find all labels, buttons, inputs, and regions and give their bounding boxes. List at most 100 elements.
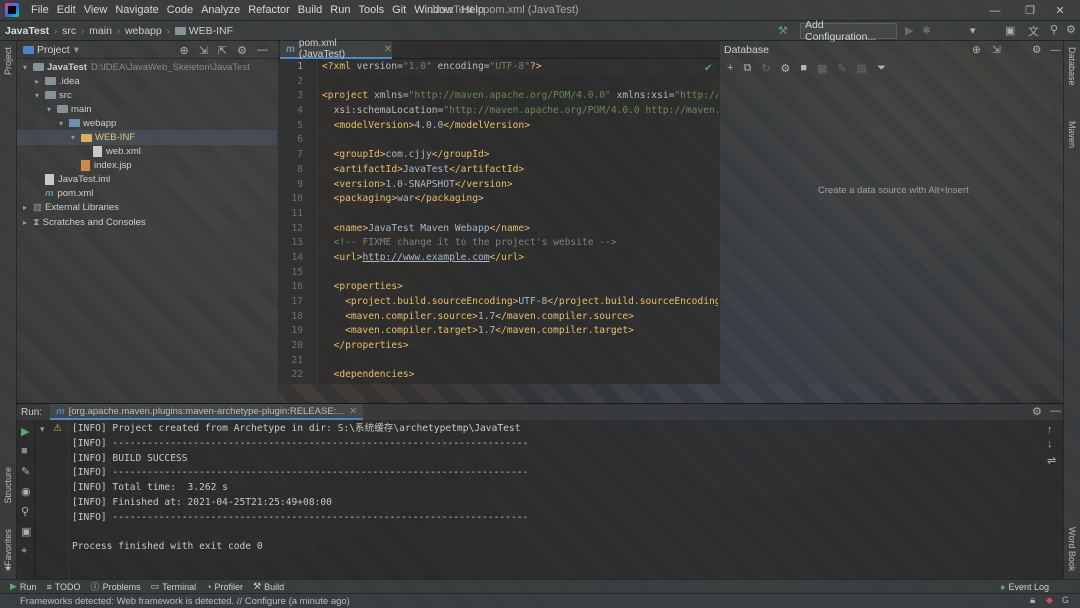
breadcrumb-main[interactable]: main [84, 25, 117, 37]
favorites-tool-button[interactable]: Favorites [3, 529, 13, 566]
tree-item[interactable]: ▸ ▥ External Libraries [17, 201, 277, 215]
tree-item[interactable]: ▾ webapp [17, 116, 277, 130]
stop-icon[interactable]: ▾ [970, 24, 976, 37]
plugin-icon[interactable]: ◆ [1046, 595, 1053, 606]
bottom-tab-problems[interactable]: ⓘ Problems [91, 580, 141, 593]
bottom-tab-profiler[interactable]: ◔ Profiler [206, 582, 243, 592]
menu-file[interactable]: File [27, 4, 53, 16]
menu-git[interactable]: Git [388, 4, 410, 16]
scroll-up-icon[interactable]: ↑ [1047, 424, 1053, 436]
tree-item[interactable]: JavaTest.iml [17, 173, 277, 187]
rerun-icon[interactable]: ▶ [21, 425, 29, 438]
gear-icon[interactable]: ⚙ [237, 44, 247, 57]
menu-tools[interactable]: Tools [354, 4, 388, 16]
breadcrumb-webapp[interactable]: webapp [120, 25, 167, 37]
settings-icon[interactable]: ⚙ [1066, 23, 1076, 36]
tree-item[interactable]: ▾ WEB-INF [17, 130, 277, 145]
debug-icon[interactable]: ✱ [922, 24, 931, 37]
add-icon[interactable]: + [727, 62, 733, 74]
table-icon[interactable]: ▦ [817, 62, 827, 75]
chevron-down-icon[interactable]: ▾ [71, 133, 81, 142]
edit-icon[interactable]: ✎ [837, 62, 846, 75]
hide-icon[interactable]: — [257, 44, 268, 57]
tree-item[interactable]: ▾ JavaTest D:\IDEA\JavaWeb_Skeleton\JavaTe… [17, 60, 277, 74]
chevron-down-icon[interactable]: ▾ [47, 105, 57, 114]
scroll-down-icon[interactable]: ↓ [1047, 438, 1053, 450]
breadcrumb-src[interactable]: src [57, 25, 81, 37]
minimize-icon[interactable]: — [975, 0, 1015, 21]
expand-all-icon[interactable]: ⇱ [218, 44, 227, 57]
wordbook-tool-button[interactable]: Word Book [1067, 527, 1077, 571]
soft-wrap-icon[interactable]: ⇌ [1047, 454, 1056, 467]
maven-tool-button[interactable]: Maven [1067, 121, 1077, 148]
collapse-icon[interactable]: ⇲ [992, 44, 1001, 56]
tree-item[interactable]: ▾ src [17, 88, 277, 102]
database-tool-button[interactable]: Database [1067, 47, 1077, 86]
project-panel-title[interactable]: Project [37, 44, 70, 56]
lock-icon[interactable]: 🔒︎ [1030, 595, 1035, 606]
project-structure-icon[interactable]: ▣ [1005, 24, 1015, 37]
stop-icon[interactable]: ■ [800, 62, 807, 74]
google-icon[interactable]: G [1062, 595, 1069, 605]
breadcrumb-javatest[interactable]: JavaTest [0, 25, 54, 37]
translate-icon[interactable]: 文 [1028, 23, 1039, 39]
chevron-down-icon[interactable]: ▾ [35, 91, 45, 100]
chevron-right-icon[interactable]: ▸ [23, 218, 33, 227]
menu-navigate[interactable]: Navigate [111, 4, 162, 16]
menu-build[interactable]: Build [294, 4, 326, 16]
hide-icon[interactable]: — [1050, 405, 1061, 417]
bottom-tab-build[interactable]: ⚒ Build [253, 581, 284, 592]
chevron-down-icon[interactable]: ▾ [59, 119, 69, 128]
run-tab[interactable]: m [org.apache.maven.plugins:maven-archet… [50, 404, 364, 420]
bottom-tab-todo[interactable]: ≡ TODO [46, 582, 80, 592]
gear-icon[interactable]: ⚙ [1032, 44, 1041, 56]
sql-icon[interactable]: ▤ [857, 62, 867, 75]
bottom-tab-run[interactable]: ▶ Run [10, 581, 36, 592]
run-icon[interactable]: ▶ [905, 24, 913, 37]
breadcrumb-web-inf[interactable]: WEB-INF [170, 25, 238, 37]
chevron-down-icon[interactable]: ▾ [40, 424, 45, 435]
schema-icon[interactable]: ⚙ [781, 62, 791, 75]
stop-icon[interactable]: ■ [21, 445, 28, 457]
globe-icon[interactable]: ⊕ [972, 44, 981, 56]
tree-item[interactable]: ▸ .idea [17, 74, 277, 88]
gear-icon[interactable]: ⚙ [1032, 405, 1042, 418]
project-tool-button[interactable]: Project [3, 47, 13, 75]
build-hammer-icon[interactable]: ⚒ [778, 24, 788, 37]
locate-icon[interactable]: ⊕ [179, 44, 188, 57]
event-log-button[interactable]: ● Event Log [1000, 582, 1049, 592]
status-message[interactable]: Frameworks detected: Web framework is de… [20, 596, 350, 607]
code-area[interactable]: <?xml version="1.0" encoding="UTF-8"?> <… [322, 60, 718, 384]
add-configuration-button[interactable]: Add Configuration... [800, 19, 897, 43]
wrench-icon[interactable]: ✎ [21, 465, 30, 478]
tab-pom-xml[interactable]: m pom.xml (JavaTest) ✕ [280, 38, 392, 60]
menu-analyze[interactable]: Analyze [197, 4, 244, 16]
close-icon[interactable]: ✕ [1040, 0, 1080, 21]
chevron-down-icon[interactable]: ▾ [23, 63, 33, 72]
bottom-tab-terminal[interactable]: ▭ Terminal [151, 581, 197, 592]
menu-run[interactable]: Run [326, 4, 354, 16]
tree-item[interactable]: m pom.xml [17, 187, 277, 201]
layout-icon[interactable]: ▣ [21, 525, 31, 538]
menu-refactor[interactable]: Refactor [244, 4, 294, 16]
tree-item[interactable]: index.jsp [17, 159, 277, 173]
structure-tool-button[interactable]: Structure [3, 467, 13, 504]
search-icon[interactable]: ⚲ [1050, 23, 1058, 36]
hide-icon[interactable]: — [1050, 44, 1061, 56]
menu-view[interactable]: View [80, 4, 112, 16]
chevron-down-icon[interactable]: ▾ [74, 44, 79, 56]
collapse-all-icon[interactable]: ⇲ [199, 44, 208, 57]
chevron-right-icon[interactable]: ▸ [23, 203, 33, 212]
tree-item[interactable]: web.xml [17, 145, 277, 159]
camera-icon[interactable]: ◉ [21, 485, 31, 498]
tree-item[interactable]: ▾ main [17, 102, 277, 116]
tree-item[interactable]: ▸ ⧗ Scratches and Consoles [17, 215, 277, 229]
menu-edit[interactable]: Edit [53, 4, 80, 16]
refresh-icon[interactable]: ↻ [761, 62, 770, 75]
chevron-right-icon[interactable]: ▸ [35, 77, 45, 86]
console-output[interactable]: [INFO] Project created from Archetype in… [72, 422, 1052, 580]
filter-icon[interactable]: ⏷ [877, 62, 886, 75]
pin-icon[interactable]: ⚲ [21, 505, 29, 518]
close-tab-icon[interactable]: ✕ [384, 44, 392, 55]
copy-icon[interactable]: ⧉ [743, 62, 751, 75]
